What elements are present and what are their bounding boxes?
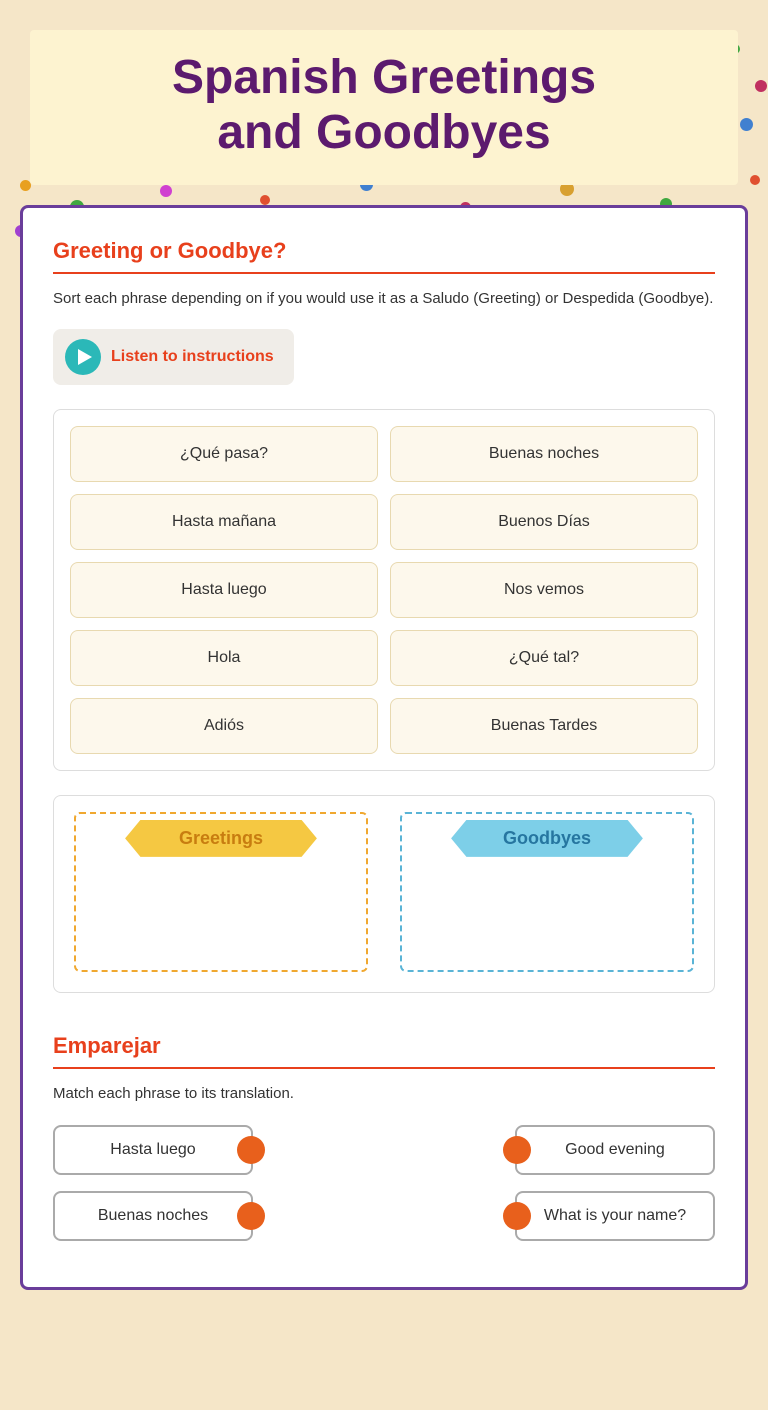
phrase-card[interactable]: Hasta luego	[70, 562, 378, 618]
match-left-phrase[interactable]: Hasta luego	[53, 1125, 253, 1175]
match-right-group: What is your name?	[515, 1191, 715, 1241]
page-title: Spanish Greetings and Goodbyes	[60, 50, 708, 160]
match-right-phrase[interactable]: Good evening	[515, 1125, 715, 1175]
phrase-card[interactable]: Buenas Tardes	[390, 698, 698, 754]
emparejar-desc: Match each phrase to its translation.	[53, 1083, 715, 1106]
phrase-grid: ¿Qué pasa?Buenas nochesHasta mañanaBueno…	[53, 409, 715, 771]
emparejar-section: Emparejar Match each phrase to its trans…	[53, 1023, 715, 1242]
drop-zones-container: Greetings Goodbyes	[53, 795, 715, 993]
sorting-section: Greeting or Goodbye? Sort each phrase de…	[53, 238, 715, 993]
match-right-group: Good evening	[515, 1125, 715, 1175]
sorting-divider	[53, 272, 715, 274]
phrase-card[interactable]: Hola	[70, 630, 378, 686]
phrase-card[interactable]: Hasta mañana	[70, 494, 378, 550]
connector-dot-left	[237, 1202, 265, 1230]
goodbyes-banner: Goodbyes	[451, 820, 643, 857]
connector-dot-left	[237, 1136, 265, 1164]
confetti-dot	[755, 80, 767, 92]
match-left-phrase[interactable]: Buenas noches	[53, 1191, 253, 1241]
connector-dot-right	[503, 1202, 531, 1230]
match-left-group: Hasta luego	[53, 1125, 253, 1175]
sorting-section-desc: Sort each phrase depending on if you wou…	[53, 288, 715, 311]
phrase-card[interactable]: Buenas noches	[390, 426, 698, 482]
phrase-card[interactable]: Nos vemos	[390, 562, 698, 618]
greetings-drop-wrapper: Greetings	[62, 804, 380, 984]
confetti-dot	[160, 185, 172, 197]
listen-label: Listen to instructions	[111, 348, 274, 366]
emparejar-title: Emparejar	[53, 1033, 715, 1059]
sorting-section-title: Greeting or Goodbye?	[53, 238, 715, 264]
phrase-card[interactable]: Buenos Días	[390, 494, 698, 550]
greetings-drop-zone[interactable]: Greetings	[74, 812, 368, 972]
main-card: Greeting or Goodbye? Sort each phrase de…	[20, 205, 748, 1290]
greetings-banner: Greetings	[125, 820, 317, 857]
match-row: Buenas noches What is your name?	[53, 1191, 715, 1241]
goodbyes-drop-zone[interactable]: Goodbyes	[400, 812, 694, 972]
play-icon	[65, 339, 101, 375]
phrase-card[interactable]: ¿Qué tal?	[390, 630, 698, 686]
match-left-group: Buenas noches	[53, 1191, 253, 1241]
match-right-phrase[interactable]: What is your name?	[515, 1191, 715, 1241]
match-container: Hasta luego Good evening Buenas noches What…	[53, 1125, 715, 1241]
goodbyes-drop-wrapper: Goodbyes	[388, 804, 706, 984]
confetti-dot	[750, 175, 760, 185]
confetti-dot	[260, 195, 270, 205]
match-row: Hasta luego Good evening	[53, 1125, 715, 1175]
listen-button[interactable]: Listen to instructions	[53, 329, 294, 385]
phrase-card[interactable]: ¿Qué pasa?	[70, 426, 378, 482]
connector-dot-right	[503, 1136, 531, 1164]
emparejar-divider	[53, 1067, 715, 1069]
title-area: Spanish Greetings and Goodbyes	[30, 30, 738, 185]
phrase-card[interactable]: Adiós	[70, 698, 378, 754]
confetti-dot	[740, 118, 753, 131]
